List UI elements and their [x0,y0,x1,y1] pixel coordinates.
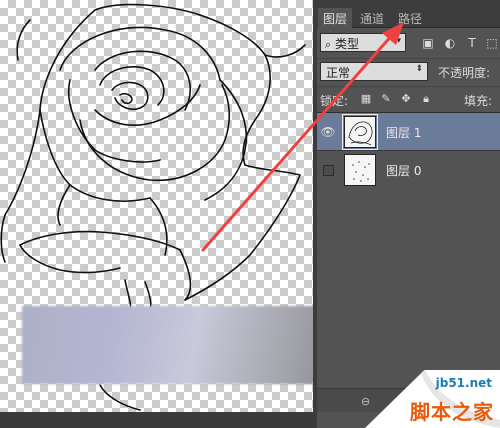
watermark-site: jb51.net [435,376,492,390]
chevron-updown-icon: ⬍ [415,64,423,74]
visibility-toggle-empty[interactable] [323,165,334,176]
layer-name: 图层 1 [386,126,422,140]
blend-mode-row: 正常 ⬍ 不透明度: [317,58,500,82]
layer-thumbnail [342,114,378,150]
lock-all-icon[interactable]: 🔒︎ [420,93,432,105]
eye-icon[interactable]: 👁︎ [320,124,336,140]
filter-type-label: 类型 [335,37,360,51]
blurred-overlay [22,306,313,384]
watermark-brand: 脚本之家 [410,400,494,424]
opacity-label: 不透明度: [438,66,491,80]
search-icon: ⌕ [325,38,332,51]
layer-list-empty-area [317,188,500,388]
canvas-scrollbar[interactable] [0,412,313,428]
layer-name: 图层 0 [386,164,422,178]
tab-layers[interactable]: 图层 [318,8,353,28]
tab-paths[interactable]: 路径 [393,8,427,28]
link-layers-icon[interactable]: ⊖ [361,395,370,408]
layer-thumbnail [344,154,376,186]
type-filter-icon[interactable]: T [465,36,479,50]
layer-row-1[interactable]: 👁︎ 图层 1 [317,113,500,151]
layer-filter-row: ⌕ 类型 ▾ ▣ ◐ T ⬚ [317,30,500,56]
blend-mode-select[interactable]: 正常 ⬍ [320,62,428,81]
lock-label: 锁定: [320,94,349,108]
panel-tab-bar: 图层 通道 路径 [317,0,500,28]
chevron-down-icon: ▾ [396,36,401,46]
adjustment-filter-icon[interactable]: ◐ [443,36,457,50]
image-filter-icon[interactable]: ▣ [421,36,435,50]
layer-filter-select[interactable]: ⌕ 类型 ▾ [320,33,406,52]
shape-filter-icon[interactable]: ⬚ [485,36,499,50]
document-canvas[interactable] [0,0,313,412]
layer-row-0[interactable]: 图层 0 [317,151,500,189]
lock-row: 锁定: ▦ ✎ ✥ 🔒︎ 填充: [317,86,500,110]
lock-move-icon[interactable]: ✥ [400,93,412,105]
tab-channels[interactable]: 通道 [355,8,389,28]
layer-list: 👁︎ 图层 1 图层 0 [317,112,500,189]
lock-paint-icon[interactable]: ✎ [380,93,392,105]
blend-mode-value: 正常 [326,66,351,80]
lock-transparent-icon[interactable]: ▦ [360,93,372,105]
fill-label: 填充: [464,94,493,108]
layers-panel: 图层 通道 路径 ⌕ 类型 ▾ ▣ ◐ T ⬚ 正常 ⬍ 不透明度: 锁定: ▦… [317,0,500,428]
